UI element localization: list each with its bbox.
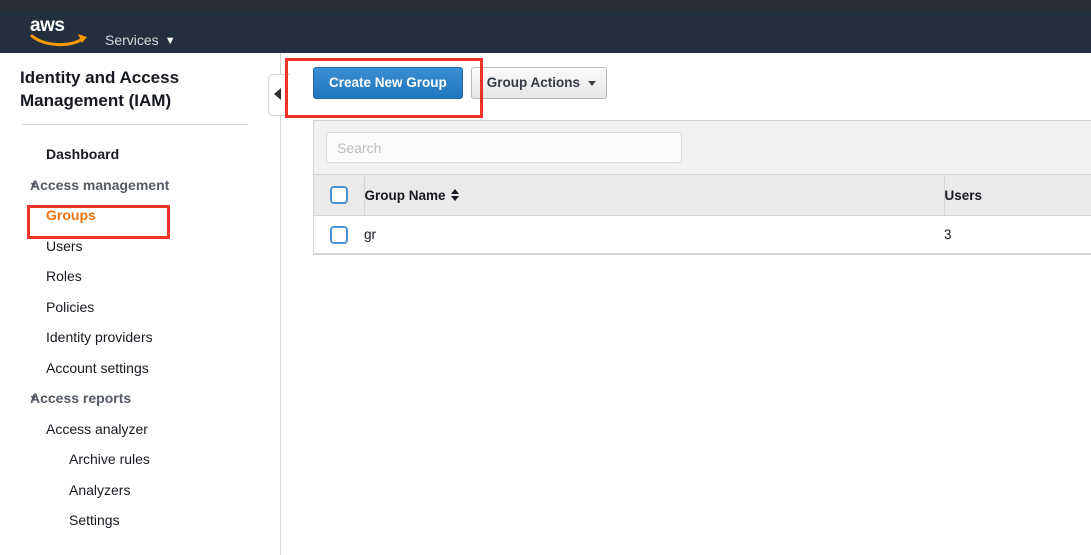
chevron-left-icon: [274, 88, 281, 100]
select-all-header: [314, 174, 364, 216]
sidebar-collapse-toggle[interactable]: [268, 74, 290, 116]
chevron-down-icon: ▼: [29, 179, 38, 190]
sidebar-item-label: Access analyzer: [46, 420, 148, 437]
sidebar-item-analyzers[interactable]: Analyzers: [0, 475, 281, 506]
sidebar-item-label: Archive rules: [69, 451, 150, 467]
group-actions-button[interactable]: Group Actions: [470, 67, 608, 99]
search-bar: [314, 121, 1091, 174]
sidebar-item-access-analyzer[interactable]: Access analyzer: [0, 414, 281, 445]
sidebar-item-policies[interactable]: Policies: [0, 292, 281, 323]
group-name-cell[interactable]: gr: [364, 215, 944, 254]
groups-table: Group Name Users gr 3: [314, 174, 1091, 254]
sidebar-item-access-reports[interactable]: ▼ Access reports: [0, 383, 281, 414]
sidebar-item-label: Users: [46, 237, 83, 254]
global-navbar: aws Services ▼: [0, 10, 1091, 53]
sidebar-item-settings[interactable]: Settings: [0, 505, 281, 536]
sidebar-item-label: Access reports: [30, 390, 132, 406]
chevron-down-icon: [588, 81, 597, 86]
services-label: Services: [105, 32, 159, 48]
table-header-row: Group Name Users: [314, 174, 1091, 216]
groups-toolbar: Create New Group Group Actions: [313, 67, 608, 99]
users-header[interactable]: Users: [943, 174, 1091, 216]
table-body: gr 3: [314, 215, 1091, 254]
chevron-down-icon: ▼: [29, 393, 38, 403]
search-input[interactable]: [326, 132, 682, 163]
page-title: Identity and Access Management (IAM): [20, 68, 180, 110]
aws-logo[interactable]: aws: [30, 16, 92, 48]
top-strip: [0, 0, 1091, 10]
groups-panel: Group Name Users gr3: [313, 120, 1091, 255]
sidebar-item-roles[interactable]: Roles: [0, 261, 281, 292]
sidebar-item-account-settings[interactable]: Account settings: [0, 353, 281, 384]
iam-sidebar: Identity and Access Management (IAM) Das…: [0, 53, 281, 555]
sidebar-item-groups[interactable]: Groups: [0, 200, 281, 231]
sidebar-item-dashboard[interactable]: Dashboard: [0, 139, 281, 170]
table-row[interactable]: gr 3: [314, 215, 1091, 254]
create-new-group-button[interactable]: Create New Group: [313, 67, 463, 99]
select-all-checkbox[interactable]: [329, 186, 348, 204]
sidebar-item-label: Access management: [30, 176, 170, 193]
sort-icon[interactable]: [450, 188, 460, 202]
sidebar-item-users[interactable]: Users: [0, 231, 281, 262]
sidebar-item-identity-providers[interactable]: Identity providers: [0, 322, 281, 353]
group-name-header-label: Group Name: [364, 187, 446, 203]
users-count-cell: 3: [944, 215, 1091, 254]
sidebar-item-access-management[interactable]: ▼ Access management: [0, 170, 281, 201]
table-header: Group Name Users: [314, 174, 1091, 216]
sidebar-item-label: Groups: [46, 207, 96, 223]
sidebar-item-label: Identity providers: [46, 329, 153, 345]
group-actions-label: Group Actions: [486, 75, 581, 90]
sidebar-item-label: Settings: [69, 512, 120, 528]
services-menu[interactable]: Services ▼: [105, 29, 176, 51]
users-header-label: Users: [944, 187, 983, 203]
sidebar-item-label: Roles: [46, 268, 82, 284]
chevron-down-icon: ▼: [164, 35, 176, 47]
row-select-cell: [314, 215, 364, 254]
aws-console-page: aws Services ▼ Identity and Access Manage…: [0, 0, 1091, 555]
sidebar-item-archive-rules[interactable]: Archive rules: [0, 444, 281, 475]
row-checkbox[interactable]: [330, 225, 348, 244]
sidebar-nav-list: Dashboard ▼ Access management Groups Users Ro…: [0, 139, 281, 536]
sidebar-divider: [22, 124, 248, 125]
sidebar-item-label: Account settings: [46, 359, 149, 376]
main-content: Create New Group Group Actions Group Name…: [282, 53, 1091, 555]
sidebar-item-label: Policies: [46, 298, 95, 315]
sidebar-item-label: Analyzers: [69, 481, 131, 498]
sidebar-item-label: Dashboard: [46, 146, 120, 162]
aws-smile-icon: [30, 34, 87, 46]
group-name-header[interactable]: Group Name: [363, 174, 944, 216]
